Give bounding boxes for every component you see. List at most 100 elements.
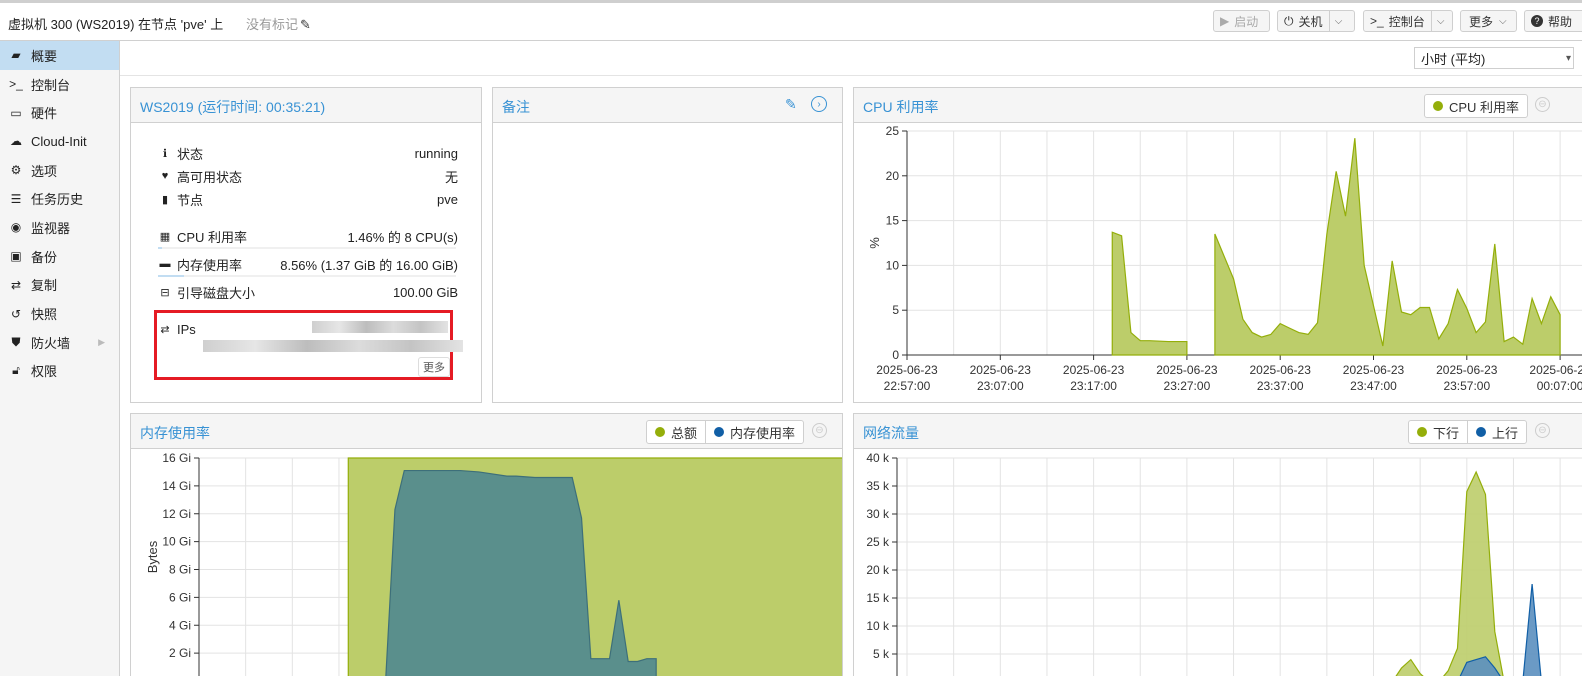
y-tick-label: 6 Gi bbox=[169, 590, 191, 604]
y-tick-label: 25 bbox=[886, 124, 900, 138]
memory-legend: 总额 内存使用率 bbox=[646, 420, 805, 444]
pencil-icon[interactable]: ✎ bbox=[300, 17, 311, 32]
undo-zoom-icon[interactable]: ⊖ bbox=[1535, 423, 1550, 438]
sidebar-item-monitor[interactable]: ◉ 监视器 bbox=[0, 213, 119, 242]
console-button[interactable]: >_ 控制台 ⌵ bbox=[1363, 10, 1453, 32]
y-tick-label: 10 k bbox=[866, 619, 890, 633]
memory-chart: 2 Gi 4 Gi 6 Gi 8 Gi 10 Gi 12 Gi 14 Gi 16 Gi Byte… bbox=[145, 451, 842, 676]
legend-label: 下行 bbox=[1433, 425, 1460, 441]
undo-zoom-icon[interactable]: ⊖ bbox=[1535, 97, 1550, 112]
sidebar-item-permissions[interactable]: 🔓︎ 权限 bbox=[0, 357, 119, 386]
ha-label: 高可用状态 bbox=[177, 169, 243, 185]
gear-icon: ⚙ bbox=[10, 163, 22, 178]
legend-dot bbox=[714, 427, 725, 437]
network-chart-title: 网络流量 bbox=[863, 425, 919, 441]
terminal-icon: >_ bbox=[1370, 14, 1384, 28]
y-tick-label: 0 bbox=[892, 348, 899, 362]
memory-usage-bar bbox=[158, 275, 456, 277]
cloud-icon: ☁ bbox=[10, 134, 22, 149]
undo-zoom-icon[interactable]: ⊖ bbox=[812, 423, 827, 438]
sidebar-item-replication[interactable]: ⇄ 复制 bbox=[0, 271, 119, 300]
vm-title: 虚拟机 300 (WS2019) 在节点 'pve' 上 bbox=[8, 17, 224, 32]
y-tick-label: 5 bbox=[892, 303, 899, 317]
y-tick-label: 15 bbox=[886, 214, 900, 228]
x-tick-label: 23:07:00 bbox=[977, 379, 1024, 393]
legend-item-netout[interactable]: 上行 bbox=[1467, 421, 1526, 443]
terminal-icon: >_ bbox=[9, 77, 23, 92]
x-tick-label: 23:57:00 bbox=[1443, 379, 1490, 393]
help-button-label: 帮助 bbox=[1548, 14, 1573, 29]
legend-item-used[interactable]: 内存使用率 bbox=[705, 421, 803, 443]
desktop-icon: ▭ bbox=[10, 105, 22, 120]
sidebar-item-task-history[interactable]: ☰ 任务历史 bbox=[0, 184, 119, 213]
y-tick-label: 35 k bbox=[866, 479, 890, 493]
x-tick-label: 23:37:00 bbox=[1257, 379, 1304, 393]
ips-more-label: 更多 bbox=[423, 362, 445, 374]
power-icon: ⏻ bbox=[1284, 13, 1294, 28]
sidebar-item-cloud-init[interactable]: ☁ Cloud-Init bbox=[0, 127, 119, 156]
sidebar-item-label: 硬件 bbox=[31, 106, 58, 122]
legend-item-total[interactable]: 总额 bbox=[647, 421, 705, 443]
x-tick-label: 23:27:00 bbox=[1164, 379, 1211, 393]
y-tick-label: 10 bbox=[886, 258, 900, 272]
floppy-icon: ▣ bbox=[10, 249, 22, 264]
network-legend: 下行 上行 bbox=[1408, 420, 1528, 444]
chevron-down-icon[interactable]: ⌵ bbox=[1328, 11, 1348, 31]
more-button[interactable]: 更多 ⌵ bbox=[1460, 10, 1517, 32]
sidebar-item-label: 监视器 bbox=[31, 220, 71, 236]
status-label: 状态 bbox=[177, 146, 204, 162]
chevron-down-icon[interactable]: ⌵ bbox=[1430, 11, 1450, 31]
sidebar-item-console[interactable]: >_ 控制台 bbox=[0, 70, 119, 99]
sidebar-item-firewall[interactable]: ⛊ 防火墙 ▶ bbox=[0, 328, 119, 357]
cpu-usage-bar bbox=[158, 247, 456, 249]
cpu-chart-title: CPU 利用率 bbox=[863, 99, 939, 115]
ips-more-button[interactable]: 更多 bbox=[418, 357, 450, 377]
book-icon: ▰ bbox=[11, 48, 21, 63]
cpu-value: 1.46% 的 8 CPU(s) bbox=[347, 229, 458, 245]
disk-row: ⊟ 引导磁盘大小 100.00 GiB bbox=[158, 282, 458, 302]
legend-dot bbox=[1476, 427, 1487, 437]
cpu-area bbox=[1111, 231, 1188, 356]
y-tick-label: 2 Gi bbox=[169, 646, 191, 660]
sidebar-item-label: 选项 bbox=[31, 163, 58, 179]
chevron-right-icon[interactable]: ▶ bbox=[98, 337, 105, 348]
sidebar-item-label: 任务历史 bbox=[31, 192, 84, 208]
y-tick-label: 12 Gi bbox=[162, 507, 191, 521]
unlock-icon: 🔓︎ bbox=[12, 363, 20, 378]
ha-row: ♥ 高可用状态 无 bbox=[158, 166, 458, 186]
status-row: ℹ 状态 running bbox=[158, 143, 458, 163]
legend-dot bbox=[1417, 427, 1427, 437]
edit-icon[interactable]: ✎ bbox=[785, 96, 797, 113]
cpu-icon: ▦ bbox=[159, 230, 171, 243]
shutdown-button[interactable]: ⏻ 关机 ⌵ bbox=[1277, 10, 1355, 32]
timeframe-select[interactable]: 小时 (平均) ▾ bbox=[1414, 47, 1574, 69]
sidebar-item-summary[interactable]: ▰ 概要 bbox=[0, 41, 119, 70]
sidebar-item-label: Cloud-Init bbox=[31, 133, 87, 149]
sidebar-item-options[interactable]: ⚙ 选项 bbox=[0, 156, 119, 185]
sidebar-item-backup[interactable]: ▣ 备份 bbox=[0, 242, 119, 271]
sidebar-item-snapshots[interactable]: ↺ 快照 bbox=[0, 299, 119, 328]
tags-editor[interactable]: 没有标记 ✎ bbox=[246, 14, 311, 33]
x-tick-label: 2025-06-23 bbox=[1343, 363, 1405, 377]
start-button[interactable]: ▶ 启动 bbox=[1213, 10, 1270, 32]
cpu-legend: CPU 利用率 bbox=[1424, 94, 1529, 118]
y-tick-label: 10 Gi bbox=[162, 535, 191, 549]
timeframe-toolbar: 小时 (平均) ▾ bbox=[120, 41, 1582, 76]
legend-label: 上行 bbox=[1492, 425, 1519, 441]
x-tick-label: 2025-06-23 bbox=[1063, 363, 1125, 377]
x-tick-label: 2025-06-23 bbox=[876, 363, 938, 377]
sidebar-item-label: 防火墙 bbox=[31, 335, 71, 351]
expand-icon[interactable]: › bbox=[811, 96, 827, 112]
sidebar-item-hardware[interactable]: ▭ 硬件 bbox=[0, 98, 119, 127]
legend-item-netin[interactable]: 下行 bbox=[1409, 421, 1467, 443]
list-icon: ☰ bbox=[10, 191, 22, 206]
help-button[interactable]: ? 帮助 bbox=[1524, 10, 1582, 32]
legend-label: 总额 bbox=[671, 425, 698, 441]
tags-label: 没有标记 bbox=[246, 17, 299, 32]
redacted-ip bbox=[203, 340, 463, 352]
memory-chart-title: 内存使用率 bbox=[140, 425, 210, 441]
legend-dot bbox=[1433, 101, 1443, 111]
legend-item-cpu[interactable]: CPU 利用率 bbox=[1425, 95, 1527, 117]
y-axis-label: Bytes bbox=[145, 540, 160, 573]
x-tick-label: 2025-06-23 bbox=[1156, 363, 1218, 377]
